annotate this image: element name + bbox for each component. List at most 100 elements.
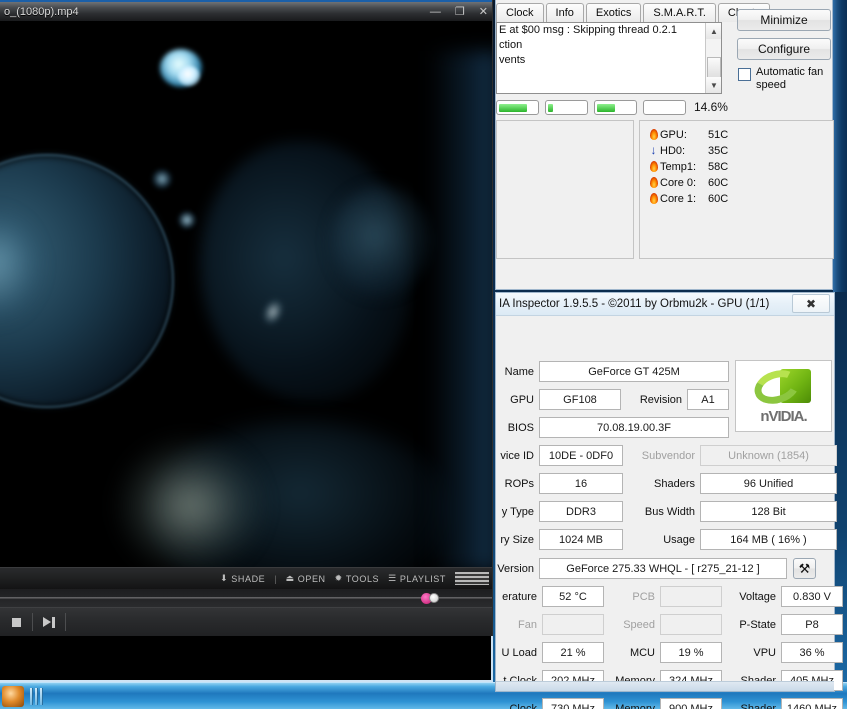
resize-grip-icon[interactable] [455,572,489,585]
driver-tools-button[interactable]: ⚒ [793,558,816,579]
hwmonitor-log-box[interactable]: E at $00 msg : Skipping thread 0.2.1 cti… [496,22,722,94]
player-osd-bar[interactable]: ⬇ SHADE | ⏏ OPEN ✹ TOOLS ☰ PLAYLIST [0,567,492,589]
video-surface[interactable] [0,21,492,567]
gpu-load-value[interactable]: 21 % [542,642,604,663]
close-icon[interactable]: ✖ [792,294,830,313]
temperature-value: 60C [708,193,729,205]
screen: o_(1080p).mp4 — ❐ ✕ ⬇ SHADE | ⏏ OPEN ✹ T… [0,0,847,709]
voltage-value[interactable]: 0.830 V [781,586,843,607]
seek-track[interactable] [0,597,492,599]
temperature-label: Core 1: [660,193,697,205]
osd-separator: | [274,573,277,584]
player-transport-bar [0,607,492,636]
taskbar-tick-2 [35,688,38,705]
default-memory-label: Memory [615,702,655,709]
default-clock-label: Clock [509,702,537,709]
tab-info[interactable]: Info [545,3,584,22]
row-name: Name GeForce GT 425M [496,361,729,382]
tab-smart[interactable]: S.M.A.R.T. [643,3,716,22]
osd-open-button[interactable]: ⏏ OPEN [286,573,326,584]
osd-tools-button[interactable]: ✹ TOOLS [335,573,380,584]
taskbar-tick-1 [30,688,33,705]
inspector-titlebar[interactable]: IA Inspector 1.9.5.5 - ©2011 by Orbmu2k … [496,293,834,316]
transport-divider-2 [65,613,66,631]
memory-type-value[interactable]: DDR3 [539,501,623,522]
usage-bar [496,99,539,115]
hwmonitor-usage-bars: 14.6% [496,97,728,117]
device-id-value[interactable]: 10DE - 0DF0 [539,445,623,466]
hwmonitor-left-panel [496,120,634,259]
bus-width-value[interactable]: 128 Bit [700,501,837,522]
fan-label: Fan [518,618,537,631]
default-shader-label: Shader [740,702,776,709]
nvidia-eye-icon [749,364,814,410]
next-button[interactable] [33,608,65,637]
checkbox-box[interactable] [738,68,751,81]
usage-label: Usage [663,533,695,546]
temperature-value: 60C [708,177,729,189]
close-icon[interactable]: ✕ [479,7,488,18]
log-line: ction [499,39,523,51]
temperature-label: erature [502,590,537,603]
bios-value[interactable]: 70.08.19.00.3F [539,417,729,438]
rops-value[interactable]: 16 [539,473,623,494]
player-window-buttons: — ❐ ✕ [430,2,488,23]
memory-size-value[interactable]: 1024 MB [539,529,623,550]
log-scrollbar[interactable]: ▲ ▼ [705,23,721,93]
shaders-value[interactable]: 96 Unified [700,473,837,494]
tab-clock[interactable]: Clock [496,3,544,22]
default-clock-value[interactable]: 730 MHz [542,698,604,709]
mcu-value[interactable]: 19 % [660,642,722,663]
gpu-value[interactable]: GF108 [539,389,621,410]
nvidia-logo: nVIDIA. [735,360,832,432]
driver-version-label: Version [497,562,534,575]
flame-icon [647,128,660,142]
row-gpu: GPU GF108 Revision A1 [496,389,729,410]
next-track-icon [43,616,55,628]
usage-bar-fill [499,103,527,112]
inspector-title: IA Inspector 1.9.5.5 - ©2011 by Orbmu2k … [499,298,770,310]
temperature-value: 58C [708,161,729,173]
driver-version-value[interactable]: GeForce 275.33 WHQL - [ r275_21-12 ] [539,558,787,579]
video-figure-ear [330,186,430,296]
p-state-value[interactable]: P8 [781,614,843,635]
hwmonitor-aero-border [833,0,847,292]
default-memory-value[interactable]: 900 MHz [660,698,722,709]
scroll-up-icon[interactable]: ▲ [706,23,721,39]
tab-exotics[interactable]: Exotics [585,3,642,22]
pcb-value [660,586,722,607]
arrow-down-icon: ↓ [650,143,657,157]
temperature-value: 51C [708,129,729,141]
row-gpu-load: U Load 21 % MCU 19 % VPU 36 % [496,642,843,663]
revision-value[interactable]: A1 [687,389,729,410]
scrollbar-thumb[interactable] [707,57,721,79]
bios-label: BIOS [507,421,534,434]
taskbar-tick-3 [40,688,43,705]
player-seek-bar[interactable] [0,589,492,607]
name-value[interactable]: GeForce GT 425M [539,361,729,382]
revision-label: Revision [639,393,682,406]
start-button-icon[interactable] [2,686,24,707]
minimize-icon[interactable]: — [430,7,441,18]
default-shader-value[interactable]: 1460 MHz [781,698,843,709]
minimize-button[interactable]: Minimize [737,9,831,31]
maximize-icon[interactable]: ❐ [455,7,465,18]
osd-playlist-label: PLAYLIST [399,573,446,584]
vpu-label: VPU [753,646,776,659]
list-icon: ☰ [388,573,397,583]
scroll-down-icon[interactable]: ▼ [706,77,721,93]
configure-button[interactable]: Configure [737,38,831,60]
vpu-value[interactable]: 36 % [781,642,843,663]
seek-handle[interactable] [429,593,439,603]
stop-button[interactable] [0,608,32,637]
osd-shade-button[interactable]: ⬇ SHADE [220,573,265,584]
hwmonitor-tabs: Clock Info Exotics S.M.A.R.T. Charts [496,2,772,22]
speed-label: Speed [623,618,655,631]
temperature-label: Temp1: [660,161,697,173]
name-label: Name [504,365,534,378]
player-titlebar[interactable]: o_(1080p).mp4 — ❐ ✕ [0,0,492,21]
usage-value[interactable]: 164 MB ( 16% ) [700,529,837,550]
temperature-value[interactable]: 52 °C [542,586,604,607]
automatic-fan-speed-checkbox[interactable]: Automatic fan speed [738,66,834,92]
osd-playlist-button[interactable]: ☰ PLAYLIST [388,573,446,584]
